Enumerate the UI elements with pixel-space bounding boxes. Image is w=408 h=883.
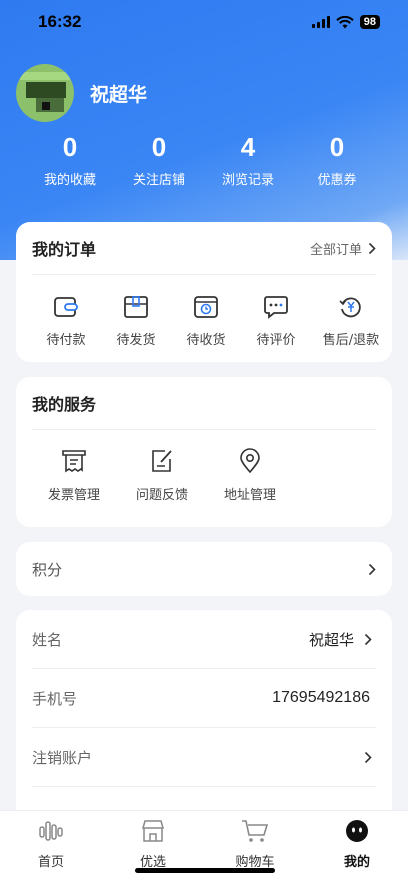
location-pin-icon [240,448,260,474]
service-feedback[interactable]: 问题反馈 [122,448,202,503]
stat-label: 浏览记录 [221,173,274,188]
order-status-label: 待收货 [186,333,226,348]
status-bar: 16:32 98 [0,0,408,46]
chevron-right-icon [364,633,372,645]
order-status-pending-receipt[interactable]: 待收货 [171,295,241,348]
cellular-signal-icon [311,16,330,28]
chevron-right-icon [368,563,376,575]
cancel-account-row[interactable]: 注销账户 [16,728,392,786]
delivery-box-icon [194,296,218,318]
stat-value: 4 [240,132,256,162]
status-time: 16:32 [38,12,82,31]
refund-icon [339,297,361,318]
phone-label: 手机号 [32,689,78,708]
services-title: 我的服务 [32,395,97,414]
wallet-icon [54,297,78,317]
stat-favorites[interactable]: 0 我的收藏 [30,132,110,188]
divider [32,786,376,787]
home-indicator [135,868,275,873]
service-address[interactable]: 地址管理 [210,448,290,503]
stat-coupons[interactable]: 0 优惠券 [297,132,377,188]
account-info-card: 姓名 祝超华 手机号 17695492186 注销账户 [16,610,392,825]
services-card: 我的服务 发票管理 问题反馈 地址管理 [16,377,392,527]
profile-face-icon [346,820,368,842]
phone-value: 17695492186 [272,689,370,706]
order-status-label: 售后/退款 [322,333,380,348]
comment-icon [264,296,288,319]
stat-followed-shops[interactable]: 0 关注店铺 [119,132,199,188]
stat-value: 0 [151,132,167,162]
order-status-pending-review[interactable]: 待评价 [241,295,311,348]
name-value: 祝超华 [308,630,354,649]
stat-value: 0 [329,132,345,162]
order-status-label: 待评价 [256,333,296,348]
orders-card: 我的订单 全部订单 待付款 待发货 待收货 待评价 售后/退款 [16,222,392,362]
points-label: 积分 [32,560,63,579]
stat-label: 我的收藏 [43,173,96,188]
cancel-account-label: 注销账户 [32,748,93,767]
order-status-label: 待发货 [116,333,156,348]
order-status-label: 待付款 [46,333,86,348]
status-icons: 98 [311,15,380,29]
stat-browse-history[interactable]: 4 浏览记录 [208,132,288,188]
cart-icon [242,820,269,842]
store-icon [142,820,164,842]
chevron-right-icon [364,751,372,763]
service-label: 发票管理 [47,488,100,503]
stat-label: 关注店铺 [132,173,185,188]
stat-label: 优惠券 [317,173,357,188]
all-orders-link[interactable]: 全部订单 [310,239,376,258]
tab-mine[interactable]: 我的 [306,811,408,883]
tab-label: 首页 [37,855,64,870]
order-status-after-sales[interactable]: 售后/退款 [311,295,391,348]
stat-value: 0 [62,132,78,162]
tab-label: 我的 [343,855,370,870]
order-status-pending-shipment[interactable]: 待发货 [101,295,171,348]
chevron-right-icon [368,242,376,254]
home-waves-icon [39,821,63,841]
tab-home[interactable]: 首页 [0,811,102,883]
name-row[interactable]: 姓名 祝超华 [16,610,392,668]
service-invoice[interactable]: 发票管理 [34,448,114,503]
avatar[interactable] [16,64,74,122]
orders-title: 我的订单 [32,240,97,259]
all-orders-label: 全部订单 [309,242,362,258]
name-label: 姓名 [32,630,63,649]
service-label: 地址管理 [223,488,276,503]
receipt-icon [62,450,86,473]
order-status-pending-payment[interactable]: 待付款 [31,295,101,348]
service-label: 问题反馈 [135,488,188,503]
user-name: 祝超华 [90,83,148,106]
profile-header[interactable]: 祝超华 [16,64,147,122]
points-card[interactable]: 积分 [16,542,392,596]
phone-row: 手机号 17695492186 [16,669,392,727]
battery-indicator: 98 [359,15,380,29]
package-icon [124,296,148,318]
wifi-icon [336,15,354,28]
edit-note-icon [152,450,172,472]
